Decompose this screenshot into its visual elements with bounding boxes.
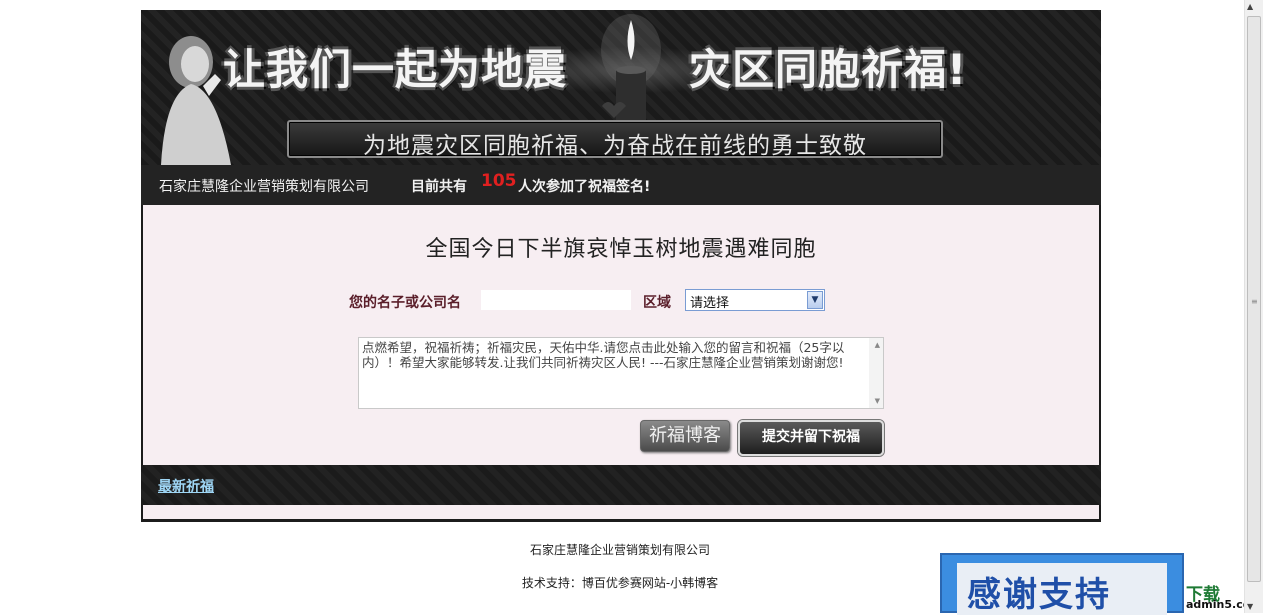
- scroll-down-arrow-icon[interactable]: ▼: [1247, 602, 1253, 611]
- thanks-text: 感谢支持: [967, 575, 1111, 615]
- counter-prefix: 目前共有: [411, 179, 467, 195]
- participant-count: 105: [481, 171, 517, 191]
- latest-blessings-link[interactable]: 最新祈福: [158, 476, 214, 496]
- thanks-badge[interactable]: 感谢支持: [940, 553, 1184, 615]
- message-textarea[interactable]: 点燃希望，祝福祈祷；祈福灾民，天佑中华.请您点击此处输入您的留言和祝福（25字以…: [358, 337, 884, 409]
- blessing-form: 全国今日下半旗哀悼玉树地震遇难同胞 您的名子或公司名 区域 请选择 ▼ 点燃希望…: [143, 205, 1099, 465]
- blessing-blog-button[interactable]: 祈福博客: [640, 420, 730, 452]
- message-scrollbar[interactable]: ▲ ▼: [869, 338, 883, 408]
- page-title: 全国今日下半旗哀悼玉树地震遇难同胞: [425, 237, 817, 262]
- submit-blessing-button[interactable]: 提交并留下祝福: [738, 420, 884, 456]
- thanks-badge-panel: 感谢支持: [957, 563, 1167, 615]
- banner-title-left: 让我们一起为地震: [223, 45, 568, 94]
- subtitle-plaque: 为地震灾区同胞祈福、为奋战在前线的勇士致敬: [287, 120, 943, 159]
- scroll-up-arrow-icon[interactable]: ▲: [1247, 2, 1253, 11]
- candle-icon: [601, 14, 661, 128]
- main-frame: 让我们一起为地震 灾区同胞祈福! 为地震灾区同胞祈福、为奋战在前线的勇士致敬 石…: [141, 10, 1101, 522]
- chevron-down-icon[interactable]: ▼: [807, 291, 823, 309]
- name-input[interactable]: [481, 290, 631, 310]
- scroll-down-icon[interactable]: ▼: [875, 397, 880, 405]
- banner-title-right: 灾区同胞祈福!: [689, 45, 968, 94]
- banner-subtitle: 为地震灾区同胞祈福、为奋战在前线的勇士致敬: [363, 133, 867, 159]
- region-select[interactable]: 请选择 ▼: [685, 289, 825, 311]
- company-name: 石家庄慧隆企业营销策划有限公司: [159, 179, 369, 195]
- info-bar: 石家庄慧隆企业营销策划有限公司 目前共有 105 人次参加了祝福签名!: [141, 165, 1101, 205]
- latest-blessings-bar: 最新祈福: [141, 465, 1101, 505]
- counter-suffix: 人次参加了祝福签名!: [518, 179, 651, 195]
- page-scrollbar[interactable]: ▲ ≡ ▼: [1244, 0, 1263, 613]
- region-label: 区域: [643, 295, 671, 311]
- grip-icon: ≡: [1251, 297, 1258, 306]
- message-text: 点燃希望，祝福祈祷；祈福灾民，天佑中华.请您点击此处输入您的留言和祝福（25字以…: [362, 340, 845, 370]
- region-select-value: 请选择: [690, 296, 730, 311]
- scroll-up-icon[interactable]: ▲: [875, 341, 880, 349]
- scrollbar-thumb[interactable]: ≡: [1247, 16, 1261, 582]
- latest-blessings-area: [143, 505, 1099, 519]
- memorial-banner: 让我们一起为地震 灾区同胞祈福! 为地震灾区同胞祈福、为奋战在前线的勇士致敬: [141, 10, 1101, 165]
- name-label: 您的名子或公司名: [349, 295, 461, 311]
